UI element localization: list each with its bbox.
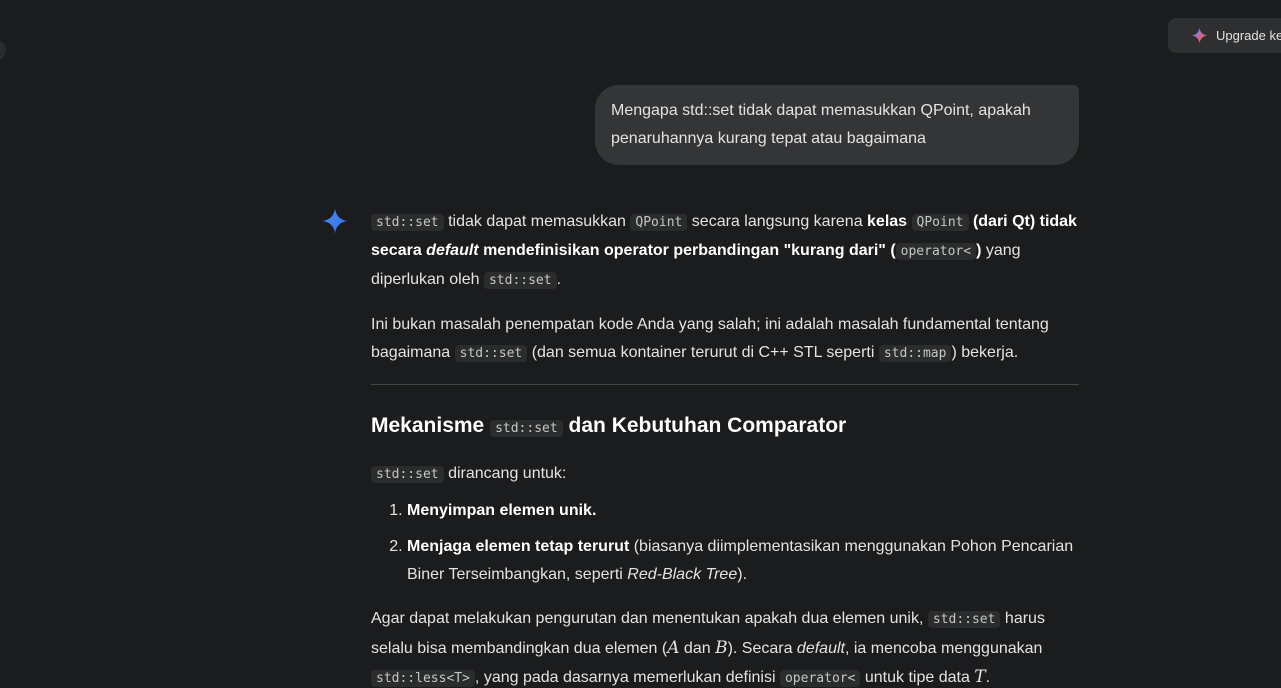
list-item: Menjaga elemen tetap terurut (biasanya d… bbox=[407, 533, 1079, 589]
inline-code: std::set bbox=[371, 214, 444, 231]
gemini-sparkle-icon bbox=[322, 208, 348, 234]
model-response: std::set tidak dapat memasukkan QPoint s… bbox=[371, 208, 1079, 688]
list-item: Menyimpan elemen unik. bbox=[407, 497, 1079, 525]
numbered-list: Menyimpan elemen unik. Menjaga elemen te… bbox=[371, 497, 1079, 589]
user-message-bubble: Mengapa std::set tidak dapat memasukkan … bbox=[595, 85, 1079, 165]
math-symbol: A bbox=[667, 638, 680, 658]
math-symbol: B bbox=[715, 638, 728, 658]
inline-code: std::set bbox=[927, 611, 1001, 628]
upgrade-label: Upgrade ke bbox=[1216, 28, 1281, 43]
inline-code: std::less<T> bbox=[371, 670, 475, 687]
response-paragraph-4: Agar dapat melakukan pengurutan dan mene… bbox=[371, 610, 1045, 687]
response-paragraph-1: std::set tidak dapat memasukkan QPoint s… bbox=[371, 213, 1077, 289]
inline-code: std::set bbox=[454, 345, 528, 362]
chat-page: Upgrade ke Mengapa std::set tidak dapat … bbox=[0, 0, 1281, 688]
inline-code: operator< bbox=[779, 670, 861, 687]
inline-code: std::set bbox=[490, 420, 563, 437]
sparkle-multicolor-icon bbox=[1191, 27, 1208, 44]
inline-code: std::set bbox=[483, 272, 557, 289]
response-paragraph-3: std::set dirancang untuk: bbox=[371, 460, 1079, 489]
math-symbol: T bbox=[974, 667, 986, 687]
inline-code: operator< bbox=[895, 243, 977, 260]
divider bbox=[371, 384, 1079, 385]
sidebar-toggle[interactable] bbox=[0, 40, 6, 60]
inline-code: std::set bbox=[371, 466, 444, 483]
response-paragraph-2: Ini bukan masalah penempatan kode Anda y… bbox=[371, 316, 1049, 362]
upgrade-button[interactable]: Upgrade ke bbox=[1168, 18, 1281, 53]
inline-code: QPoint bbox=[911, 214, 969, 231]
inline-code: QPoint bbox=[630, 214, 688, 231]
inline-code: std::map bbox=[878, 345, 952, 362]
section-heading: Mekanisme std::set dan Kebutuhan Compara… bbox=[371, 414, 847, 437]
